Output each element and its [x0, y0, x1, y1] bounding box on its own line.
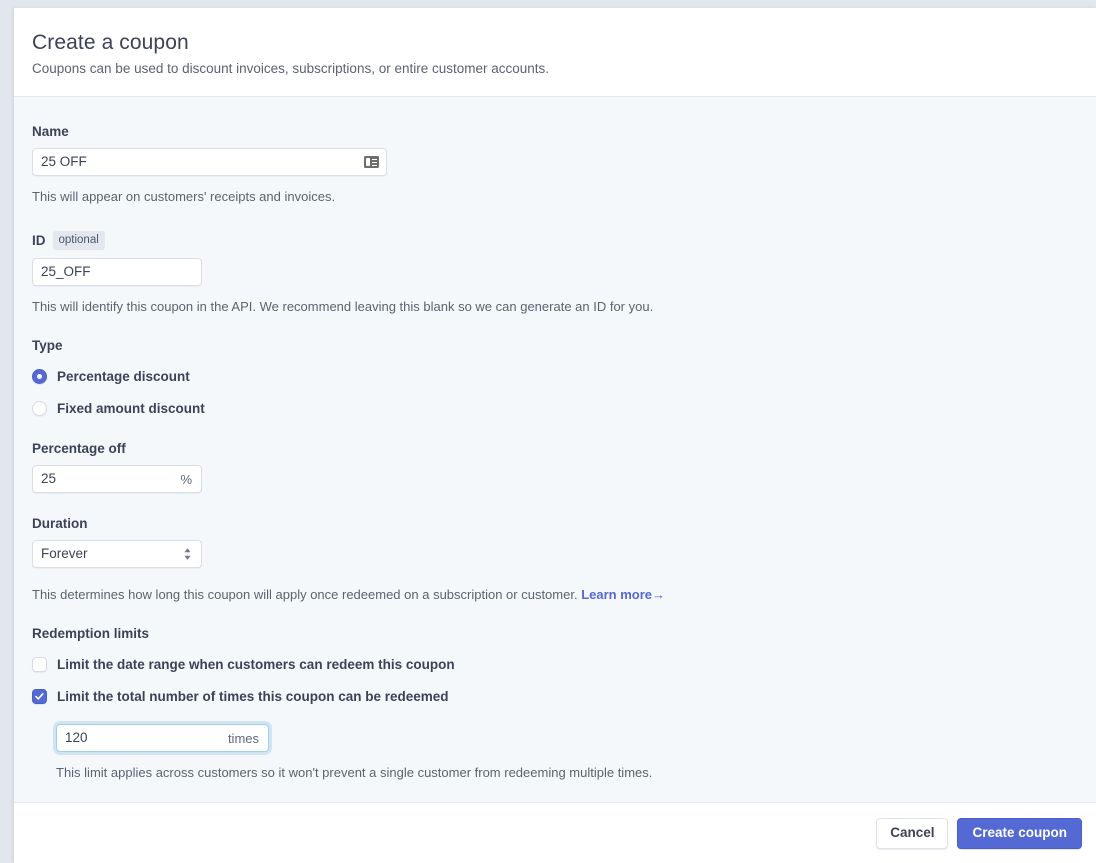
checkbox-unchecked-icon[interactable]	[32, 656, 47, 672]
radio-unselected-icon[interactable]	[32, 400, 47, 416]
optional-badge: optional	[52, 231, 105, 250]
checkbox-limit-date-range-label: Limit the date range when customers can …	[57, 656, 455, 672]
checkbox-limit-total-redemptions-label: Limit the total number of times this cou…	[57, 688, 449, 704]
checkbox-limit-total-redemptions[interactable]: Limit the total number of times this cou…	[32, 686, 1096, 706]
radio-percentage-discount[interactable]: Percentage discount	[32, 366, 1096, 386]
name-field-wrapper[interactable]	[32, 148, 387, 176]
radio-selected-icon[interactable]	[32, 368, 47, 384]
duration-select[interactable]: Forever	[32, 540, 202, 568]
percentage-off-input[interactable]	[33, 466, 201, 492]
checkbox-checked-icon[interactable]	[32, 688, 47, 704]
arrow-right-icon: →	[652, 587, 666, 602]
duration-label: Duration	[32, 516, 88, 531]
duration-help-sentence: This determines how long this coupon wil…	[32, 587, 578, 602]
create-coupon-modal: Create a coupon Coupons can be used to d…	[14, 8, 1096, 863]
times-help-text: This limit applies across customers so i…	[56, 765, 653, 780]
page-subtitle: Coupons can be used to discount invoices…	[32, 61, 550, 76]
name-label: Name	[32, 124, 69, 139]
radio-fixed-amount-discount-label: Fixed amount discount	[57, 400, 205, 416]
modal-footer: Cancel Create coupon	[14, 802, 1096, 863]
id-label-row: ID optional	[32, 231, 1096, 250]
percentage-off-field-wrapper[interactable]: %	[32, 465, 202, 493]
chevron-updown-icon	[184, 548, 191, 560]
page-title: Create a coupon	[32, 31, 189, 54]
cancel-button[interactable]: Cancel	[876, 817, 949, 849]
page-background: Create a coupon Coupons can be used to d…	[0, 0, 1096, 863]
create-coupon-button[interactable]: Create coupon	[957, 817, 1082, 849]
times-field-group: times This limit applies across customer…	[56, 724, 1096, 781]
duration-select-value: Forever	[41, 546, 88, 561]
percentage-off-label: Percentage off	[32, 441, 126, 456]
radio-percentage-discount-label: Percentage discount	[57, 368, 190, 384]
redemption-limits-label: Redemption limits	[32, 626, 150, 641]
times-field-wrapper[interactable]: times	[56, 724, 269, 752]
contact-card-autofill-icon[interactable]	[364, 156, 379, 168]
name-input[interactable]	[33, 149, 386, 175]
id-help-text: This will identify this coupon in the AP…	[32, 299, 654, 314]
checkbox-limit-date-range[interactable]: Limit the date range when customers can …	[32, 654, 1096, 674]
name-help-text: This will appear on customers' receipts …	[32, 189, 336, 204]
times-input[interactable]	[57, 725, 268, 751]
duration-help-text: This determines how long this coupon wil…	[32, 586, 1096, 603]
modal-header: Create a coupon Coupons can be used to d…	[14, 8, 1096, 97]
modal-body: Name This will appear on customers' rece…	[14, 97, 1096, 802]
radio-fixed-amount-discount[interactable]: Fixed amount discount	[32, 398, 1096, 418]
type-label: Type	[32, 338, 63, 353]
id-field-wrapper[interactable]	[32, 258, 202, 286]
learn-more-link[interactable]: Learn more	[581, 587, 652, 602]
id-input[interactable]	[33, 259, 201, 285]
id-label: ID	[32, 233, 46, 248]
